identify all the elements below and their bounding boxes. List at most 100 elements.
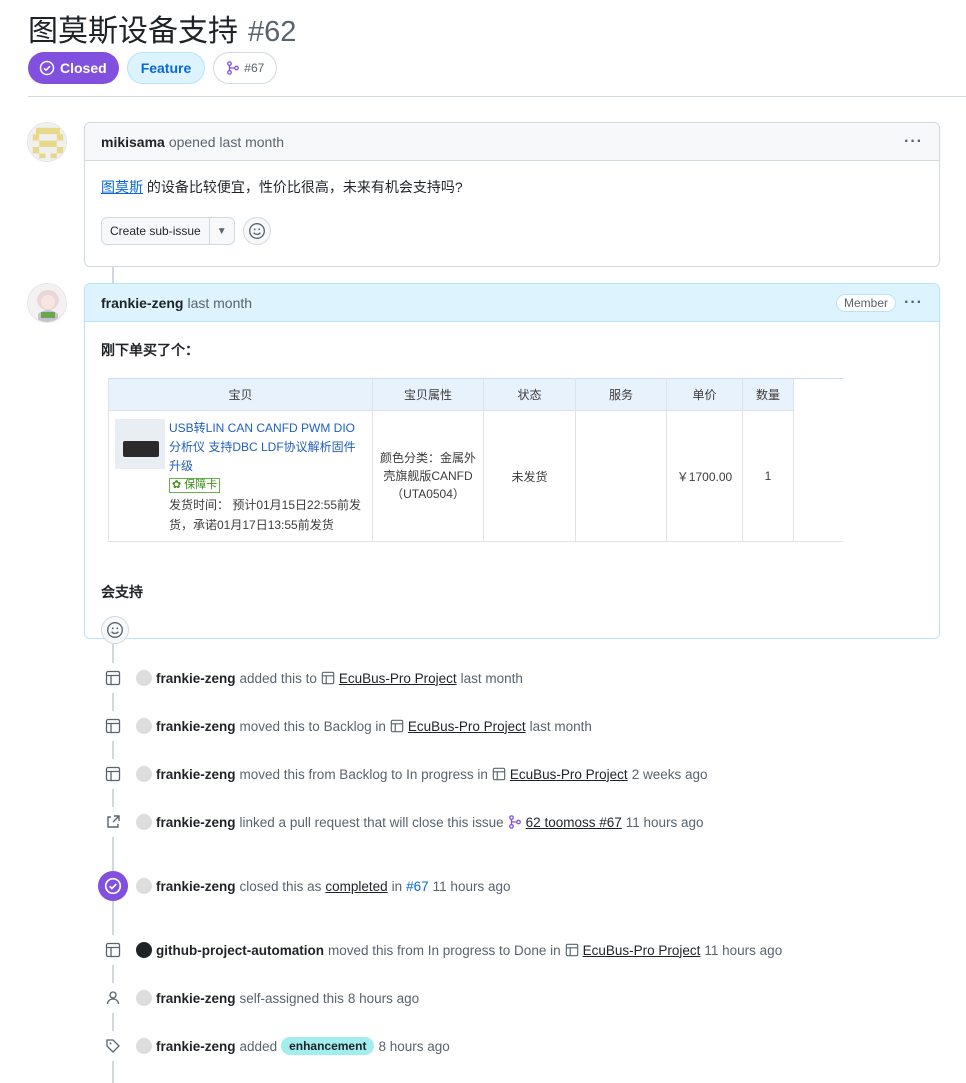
avatar[interactable] — [136, 1038, 152, 1054]
event-time[interactable]: last month — [461, 671, 523, 686]
comment-author[interactable]: mikisama — [101, 134, 165, 150]
timeline-event-moved-to-done: github-project-automation moved this fro… — [98, 935, 782, 965]
event-text-in: in — [391, 878, 403, 894]
guarantee-label: 保障卡 — [184, 479, 218, 491]
guarantee-badge: ✿ 保障卡 — [169, 478, 221, 493]
create-sub-issue-button[interactable]: Create sub-issue — [102, 218, 210, 244]
table-icon — [492, 767, 506, 781]
comment-frankie-zeng: frankie-zeng last month Member ··· 刚下单买了… — [84, 283, 940, 644]
comment-time[interactable]: last month — [187, 295, 252, 311]
timeline-event-linked-pr: frankie-zeng linked a pull request that … — [98, 807, 704, 837]
col-header-blank — [793, 378, 843, 411]
avatar[interactable] — [136, 990, 152, 1006]
event-text: self-assigned this — [239, 990, 344, 1006]
anime-avatar-image — [28, 284, 66, 322]
product-image[interactable] — [115, 419, 165, 469]
table-icon — [98, 759, 128, 789]
product-title[interactable]: USB转LIN CAN CANFD PWM DIO分析仪 支持DBC LDF协议… — [169, 419, 366, 476]
cross-reference-icon — [98, 807, 128, 837]
project-link[interactable]: EcuBus-Pro Project — [583, 943, 701, 958]
triangle-down-icon[interactable]: ▼ — [210, 218, 234, 244]
enhancement-label[interactable]: enhancement — [281, 1037, 375, 1055]
check-circle-icon — [98, 871, 128, 901]
comment-text: 图莫斯 的设备比较便宜，性价比很高，未来有机会支持吗? — [101, 177, 923, 197]
avatar[interactable] — [136, 718, 152, 734]
col-header: 宝贝 — [108, 378, 373, 411]
avatar[interactable] — [136, 878, 152, 894]
unit-price: ￥1700.00 — [666, 410, 743, 542]
pull-request-link[interactable]: 62 toomoss #67 — [526, 815, 622, 830]
avatar[interactable] — [136, 814, 152, 830]
col-header: 单价 — [666, 378, 743, 411]
tag-icon — [98, 1031, 128, 1061]
member-badge: Member — [836, 293, 897, 312]
ship-time: 发货时间： 预计01月15日22:55前发货，承诺01月17日13:55前发货 — [169, 498, 362, 532]
completed-link[interactable]: completed — [325, 879, 387, 894]
avatar-frankie-zeng[interactable] — [27, 283, 67, 323]
identicon — [28, 123, 66, 161]
project-link[interactable]: EcuBus-Pro Project — [510, 767, 628, 782]
order-table: 宝贝 宝贝属性 状态 服务 单价 数量 USB转LIN CAN CANFD PW… — [108, 378, 843, 542]
col-header: 状态 — [483, 378, 576, 411]
add-reaction-button[interactable] — [101, 616, 129, 644]
event-time[interactable]: 11 hours ago — [433, 879, 511, 894]
table-icon — [98, 663, 128, 693]
event-actor[interactable]: frankie-zeng — [156, 1039, 236, 1054]
comment-time[interactable]: opened last month — [169, 134, 284, 150]
col-header: 宝贝属性 — [372, 378, 484, 411]
feature-label[interactable]: Feature — [126, 52, 206, 84]
event-text: moved this to Backlog in — [239, 718, 386, 734]
product-cell: USB转LIN CAN CANFD PWM DIO分析仪 支持DBC LDF协议… — [108, 410, 373, 542]
tuomosi-link[interactable]: 图莫斯 — [101, 179, 143, 195]
event-text: added this to — [239, 670, 317, 686]
event-actor[interactable]: frankie-zeng — [156, 767, 236, 782]
quantity: 1 — [742, 410, 794, 542]
timeline-event-labeled: frankie-zeng added enhancement 8 hours a… — [98, 1031, 450, 1061]
kebab-menu-icon[interactable]: ··· — [904, 294, 923, 311]
event-text: moved this from In progress to Done in — [327, 942, 561, 958]
table-icon — [321, 671, 335, 685]
col-header: 数量 — [742, 378, 794, 411]
table-icon — [98, 935, 128, 965]
status-label: Closed — [60, 60, 107, 76]
avatar[interactable] — [136, 670, 152, 686]
pull-request-link[interactable]: #67 — [406, 879, 429, 894]
event-actor[interactable]: frankie-zeng — [156, 719, 236, 734]
event-actor[interactable]: frankie-zeng — [156, 815, 236, 830]
github-logo-icon[interactable] — [136, 942, 152, 958]
comment-actions: Create sub-issue ▼ — [101, 217, 923, 245]
event-text: closed this as — [239, 878, 322, 894]
project-link[interactable]: EcuBus-Pro Project — [408, 719, 526, 734]
linked-pr-number: #67 — [244, 61, 265, 75]
event-time[interactable]: 2 weeks ago — [632, 767, 708, 782]
timeline-event-moved-to-in-progress: frankie-zeng moved this from Backlog to … — [98, 759, 708, 789]
comment-author[interactable]: frankie-zeng — [101, 295, 183, 311]
linked-pr-badge[interactable]: #67 — [213, 52, 278, 84]
status-badge: Closed — [28, 52, 119, 84]
avatar[interactable] — [136, 766, 152, 782]
event-time[interactable]: 11 hours ago — [626, 815, 704, 830]
blank-cell — [793, 410, 843, 542]
event-actor[interactable]: github-project-automation — [156, 943, 324, 958]
issue-title-row: 图莫斯设备支持 #62 — [28, 6, 296, 50]
comment-header: frankie-zeng last month Member ··· — [85, 284, 939, 322]
event-actor[interactable]: frankie-zeng — [156, 671, 236, 686]
add-reaction-button[interactable] — [242, 217, 271, 245]
event-time[interactable]: 11 hours ago — [704, 943, 782, 958]
create-sub-issue-split-button: Create sub-issue ▼ — [101, 217, 235, 245]
project-link[interactable]: EcuBus-Pro Project — [339, 671, 457, 686]
person-icon — [98, 983, 128, 1013]
smiley-icon — [107, 622, 123, 638]
kebab-menu-icon[interactable]: ··· — [904, 133, 923, 150]
event-actor[interactable]: frankie-zeng — [156, 879, 236, 894]
table-icon — [98, 711, 128, 741]
pull-request-icon — [508, 815, 521, 829]
event-time[interactable]: last month — [530, 719, 592, 734]
table-icon — [565, 943, 578, 957]
event-time[interactable]: 8 hours ago — [348, 991, 419, 1006]
event-time[interactable]: 8 hours ago — [378, 1039, 449, 1054]
event-actor[interactable]: frankie-zeng — [156, 991, 236, 1006]
avatar-mikisama[interactable] — [27, 122, 67, 162]
comment-body: 图莫斯 的设备比较便宜，性价比很高，未来有机会支持吗? Create sub-i… — [85, 161, 939, 261]
comment-body: 刚下单买了个： 宝贝 宝贝属性 状态 服务 单价 数量 USB转LIN CAN … — [85, 322, 939, 660]
